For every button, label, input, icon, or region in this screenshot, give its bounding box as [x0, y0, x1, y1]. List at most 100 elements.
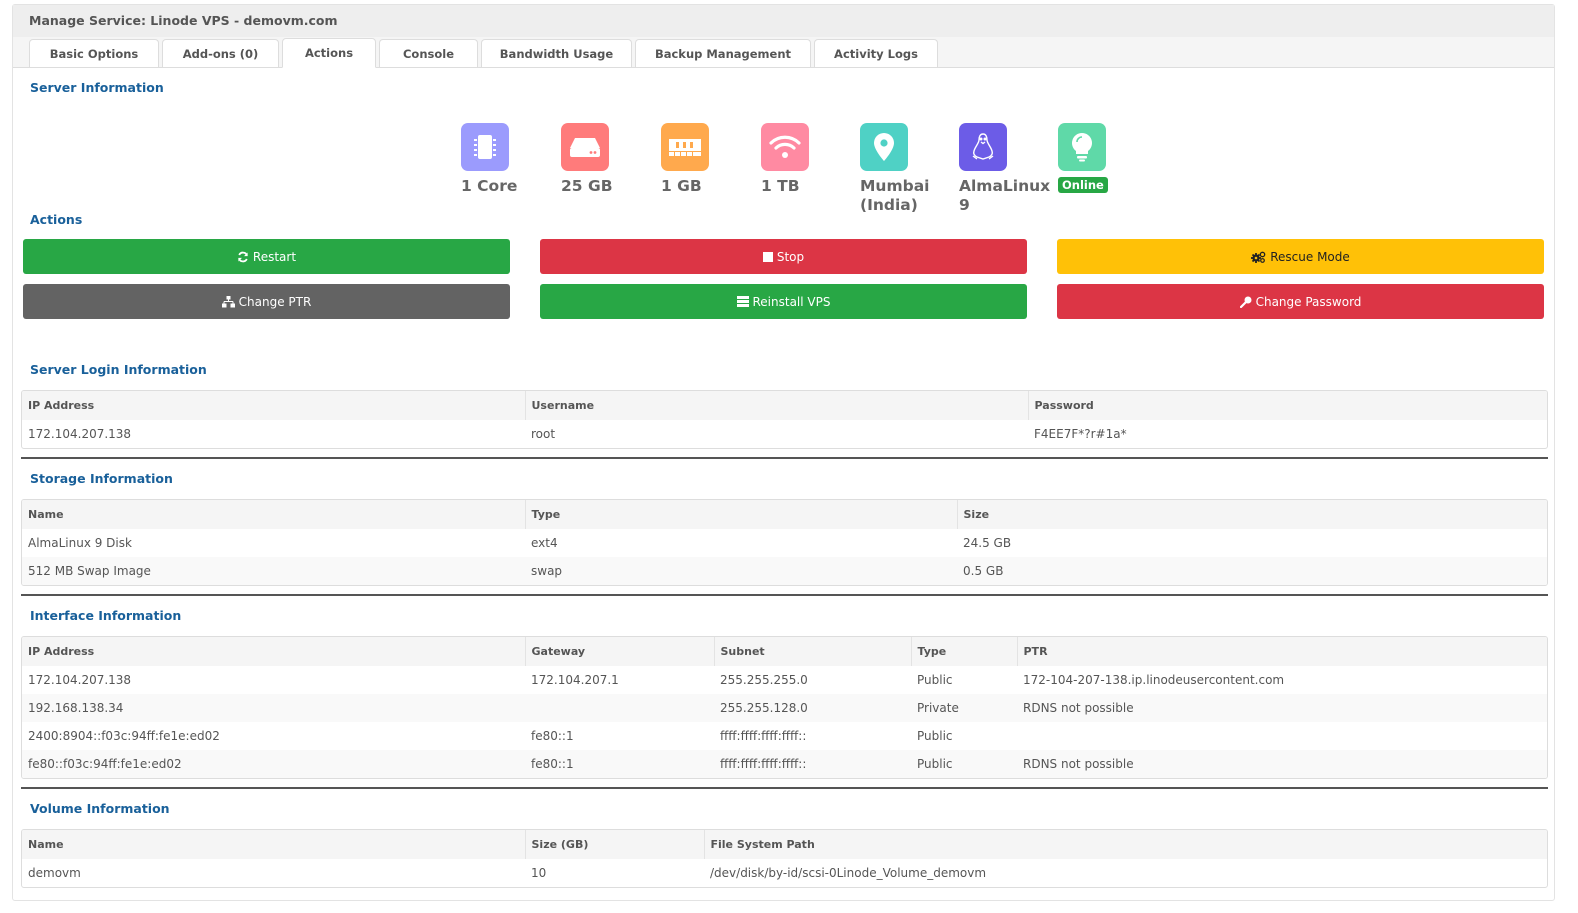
type-cell: Public [917, 729, 953, 743]
volume-table: Name Size (GB) File System Path demovm 1… [21, 829, 1548, 888]
server-login-heading: Server Login Information [30, 362, 207, 377]
restart-button[interactable]: Restart [23, 239, 510, 274]
tab-addons[interactable]: Add-ons (0) [162, 39, 279, 67]
section-divider [21, 787, 1548, 789]
spec-location-label: Mumbai (India) [860, 177, 930, 214]
actions-heading: Actions [30, 212, 83, 227]
type-cell: Public [917, 673, 953, 687]
spec-bandwidth: 1 TB [761, 123, 851, 196]
change-password-label: Change Password [1255, 294, 1362, 309]
tab-console[interactable]: Console [379, 39, 478, 67]
subnet-cell: 255.255.128.0 [714, 694, 911, 722]
server-information-heading: Server Information [30, 80, 164, 95]
volume-size-cell: 10 [531, 866, 547, 880]
column-header: File System Path [703, 830, 1547, 859]
spec-os-label: AlmaLinux 9 [959, 177, 1051, 214]
ip-address-cell: 2400:8904::f03c:94ff:fe1e:ed02 [28, 729, 220, 743]
spec-os: AlmaLinux 9 [959, 123, 1051, 215]
column-header: Type [524, 500, 957, 529]
table-row: demovm 10 /dev/disk/by-id/scsi-0Linode_V… [22, 859, 1547, 887]
rescue-mode-label: Rescue Mode [1270, 249, 1350, 264]
ptr-cell [1017, 722, 1547, 750]
tab-activity-logs[interactable]: Activity Logs [814, 39, 938, 67]
type-cell: ext4 [531, 536, 558, 550]
rescue-mode-button[interactable]: Rescue Mode [1057, 239, 1544, 274]
spec-memory-label: 1 GB [661, 177, 702, 195]
tab-actions[interactable]: Actions [282, 38, 376, 68]
type-cell: swap [525, 557, 957, 585]
section-divider [21, 457, 1548, 459]
table-row: AlmaLinux 9 Disk ext4 24.5 GB [22, 529, 1547, 557]
stop-icon [762, 251, 773, 262]
size-cell: 0.5 GB [957, 557, 1547, 585]
table-row: 172.104.207.138 172.104.207.1 255.255.25… [22, 666, 1547, 694]
stop-button[interactable]: Stop [540, 239, 1027, 274]
gateway-cell: fe80::1 [531, 729, 574, 743]
column-header: IP Address [22, 637, 525, 666]
column-header: Username [524, 391, 1028, 420]
tab-basic-options[interactable]: Basic Options [29, 39, 159, 67]
spec-cpu: 1 Core [461, 123, 551, 196]
reinstall-vps-label: Reinstall VPS [752, 294, 831, 309]
restart-label: Restart [252, 249, 297, 264]
gateway-cell: 172.104.207.1 [531, 673, 619, 687]
spec-cpu-label: 1 Core [461, 177, 518, 195]
type-cell: Public [911, 750, 1017, 778]
page-title: Manage Service: Linode VPS - demovm.com [13, 5, 1554, 37]
change-ptr-button[interactable]: Change PTR [23, 284, 510, 319]
ip-address-cell: 172.104.207.138 [28, 673, 132, 687]
table-row: 2400:8904::f03c:94ff:fe1e:ed02 fe80::1 f… [22, 722, 1547, 750]
reinstall-vps-button[interactable]: Reinstall VPS [540, 284, 1027, 319]
tab-bandwidth-usage[interactable]: Bandwidth Usage [481, 39, 632, 67]
spec-status: Online [1058, 123, 1148, 193]
gears-icon [1251, 251, 1266, 263]
name-cell: AlmaLinux 9 Disk [28, 536, 132, 550]
status-badge: Online [1058, 177, 1108, 193]
volume-name-cell: demovm [28, 866, 81, 880]
stop-label: Stop [776, 249, 805, 264]
size-cell: 24.5 GB [963, 536, 1012, 550]
column-header: Subnet [713, 637, 911, 666]
refresh-icon [238, 251, 248, 262]
column-header: PTR [1016, 637, 1547, 666]
table-row: 512 MB Swap Image swap 0.5 GB [22, 557, 1547, 585]
volume-info-heading: Volume Information [30, 801, 170, 816]
ptr-cell: 172-104-207-138.ip.linodeusercontent.com [1023, 673, 1285, 687]
hard-drive-icon [561, 123, 609, 171]
name-cell: 512 MB Swap Image [22, 557, 525, 585]
column-header: Size (GB) [524, 830, 704, 859]
tab-backup-management[interactable]: Backup Management [635, 39, 811, 67]
wifi-icon [761, 123, 809, 171]
spec-disk-label: 25 GB [561, 177, 613, 195]
key-icon [1239, 296, 1252, 308]
gateway-cell: fe80::1 [525, 750, 714, 778]
section-divider [21, 594, 1548, 596]
ptr-cell: RDNS not possible [1017, 694, 1547, 722]
table-row: fe80::f03c:94ff:fe1e:ed02 fe80::1 ffff:f… [22, 750, 1547, 778]
storage-info-heading: Storage Information [30, 471, 173, 486]
sitemap-icon [221, 295, 235, 307]
ip-address-cell: 192.168.138.34 [22, 694, 525, 722]
table-row: 172.104.207.138 root F4EE7F*?r#1a* [22, 420, 1547, 448]
column-header: Password [1027, 391, 1547, 420]
table-row: 192.168.138.34 255.255.128.0 Private RDN… [22, 694, 1547, 722]
spec-bandwidth-label: 1 TB [761, 177, 800, 195]
change-password-button[interactable]: Change Password [1057, 284, 1544, 319]
column-header: Name [22, 830, 525, 859]
login-table: IP Address Username Password 172.104.207… [21, 390, 1548, 449]
interface-info-heading: Interface Information [30, 608, 182, 623]
manage-service-panel: Manage Service: Linode VPS - demovm.com … [12, 4, 1555, 901]
location-pin-icon [860, 123, 908, 171]
ip-address-cell: fe80::f03c:94ff:fe1e:ed02 [22, 750, 525, 778]
column-header: Gateway [524, 637, 714, 666]
password-cell: F4EE7F*?r#1a* [1034, 427, 1127, 441]
column-header: Name [22, 500, 525, 529]
subnet-cell: ffff:ffff:ffff:ffff:: [720, 729, 807, 743]
subnet-cell: 255.255.255.0 [720, 673, 808, 687]
change-ptr-label: Change PTR [238, 294, 312, 309]
username-cell: root [531, 427, 556, 441]
lightbulb-icon [1058, 123, 1106, 171]
cpu-icon [461, 123, 509, 171]
column-header: Type [910, 637, 1017, 666]
type-cell: Private [911, 694, 1017, 722]
